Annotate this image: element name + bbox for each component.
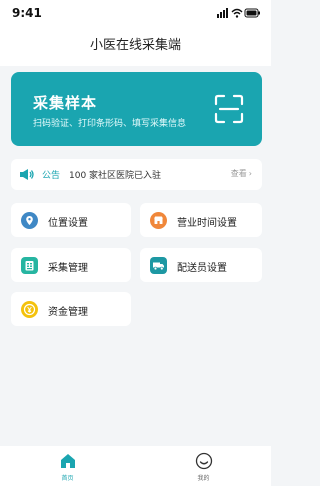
announcement-bar[interactable]: 公告 100 家社区医院已入驻 查看 › (11, 159, 262, 190)
collection-management-label: 采集管理 (48, 263, 88, 274)
shop-icon (150, 212, 167, 229)
announcement-tag: 公告 (42, 171, 61, 181)
hero-subtitle: 扫码验证、打印条形码、填写采集信息 (33, 119, 187, 129)
megaphone-icon (20, 169, 34, 180)
status-icons (217, 8, 261, 18)
location-settings-tile[interactable]: 位置设置 (11, 203, 131, 237)
collect-sample-card[interactable]: 采集样本 扫码验证、打印条形码、填写采集信息 (11, 72, 262, 146)
location-settings-label: 位置设置 (48, 218, 88, 229)
fund-management-label: 资金管理 (48, 307, 88, 318)
signal-wifi-battery-icon (217, 8, 260, 18)
smiley-face-icon (195, 452, 212, 470)
announcement-text: 100 家社区医院已入驻 (69, 171, 162, 181)
tab-mine-label: 我的 (197, 475, 210, 482)
courier-settings-label: 配送员设置 (177, 263, 227, 274)
tab-mine[interactable]: 我的 (136, 446, 271, 486)
view-more-link[interactable]: 查看 › (229, 168, 252, 179)
business-hours-label: 营业时间设置 (177, 218, 237, 229)
clipboard-icon (21, 257, 38, 274)
location-pin-icon (21, 212, 38, 229)
status-time: 9:41 (12, 6, 42, 20)
scan-icon[interactable] (214, 94, 244, 124)
nav-bar: 小医在线采集端 (0, 26, 271, 66)
yen-coin-icon (21, 301, 38, 318)
chevron-right-icon: › (248, 169, 252, 178)
home-icon (60, 454, 75, 468)
tab-bar: 首页 我的 (0, 446, 271, 486)
page-title: 小医在线采集端 (89, 38, 181, 53)
tab-home-label: 首页 (61, 475, 74, 482)
status-bar: 9:41 (0, 0, 271, 26)
collection-management-tile[interactable]: 采集管理 (11, 248, 131, 282)
courier-settings-tile[interactable]: 配送员设置 (140, 248, 262, 282)
hero-title: 采集样本 (33, 94, 98, 112)
delivery-truck-icon (150, 257, 167, 274)
view-more-label: 查看 (230, 169, 247, 178)
tab-home[interactable]: 首页 (0, 446, 135, 486)
fund-management-tile[interactable]: 资金管理 (11, 292, 131, 326)
business-hours-tile[interactable]: 营业时间设置 (140, 203, 262, 237)
